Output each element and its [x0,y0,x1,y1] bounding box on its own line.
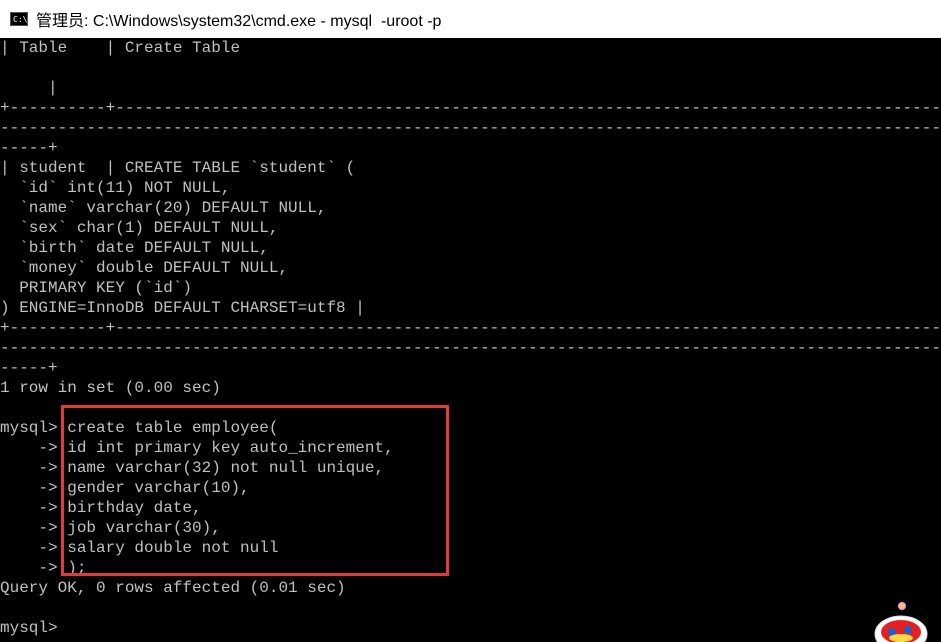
console-line: | Table | Create Table [0,39,241,57]
console-line: -----+ [0,359,58,377]
console-prompt[interactable]: mysql> [0,618,58,638]
console-line: | [0,79,58,97]
cmd-icon: C:\. [10,12,32,26]
console-line: Query OK, 0 rows affected (0.01 sec) [0,579,346,597]
console-line: ----------------------------------------… [0,119,941,137]
console-line: 1 row in set (0.00 sec) [0,379,221,397]
console-line: ----------------------------------------… [0,339,941,357]
floating-assistant-icon[interactable] [866,602,936,642]
window-title: 管理员: C:\Windows\system32\cmd.exe - mysql… [36,13,442,30]
console-line: `id` int(11) NOT NULL, [0,179,231,197]
console-line: -----+ [0,139,58,157]
console-line: `sex` char(1) DEFAULT NULL, [0,219,279,237]
console-line: PRIMARY KEY (`id`) [0,279,193,297]
console-line: `name` varchar(20) DEFAULT NULL, [0,199,327,217]
console-line: `birth` date DEFAULT NULL, [0,239,269,257]
console-line: ) ENGINE=InnoDB DEFAULT CHARSET=utf8 | [0,299,365,317]
console-line: +----------+----------------------------… [0,319,941,337]
console-line: | student | CREATE TABLE `student` ( [0,159,356,177]
console-line: `money` double DEFAULT NULL, [0,259,289,277]
highlight-annotation-box [61,405,449,576]
console-line: +----------+----------------------------… [0,99,941,117]
title-bar[interactable]: C:\. 管理员: C:\Windows\system32\cmd.exe - … [0,0,941,38]
